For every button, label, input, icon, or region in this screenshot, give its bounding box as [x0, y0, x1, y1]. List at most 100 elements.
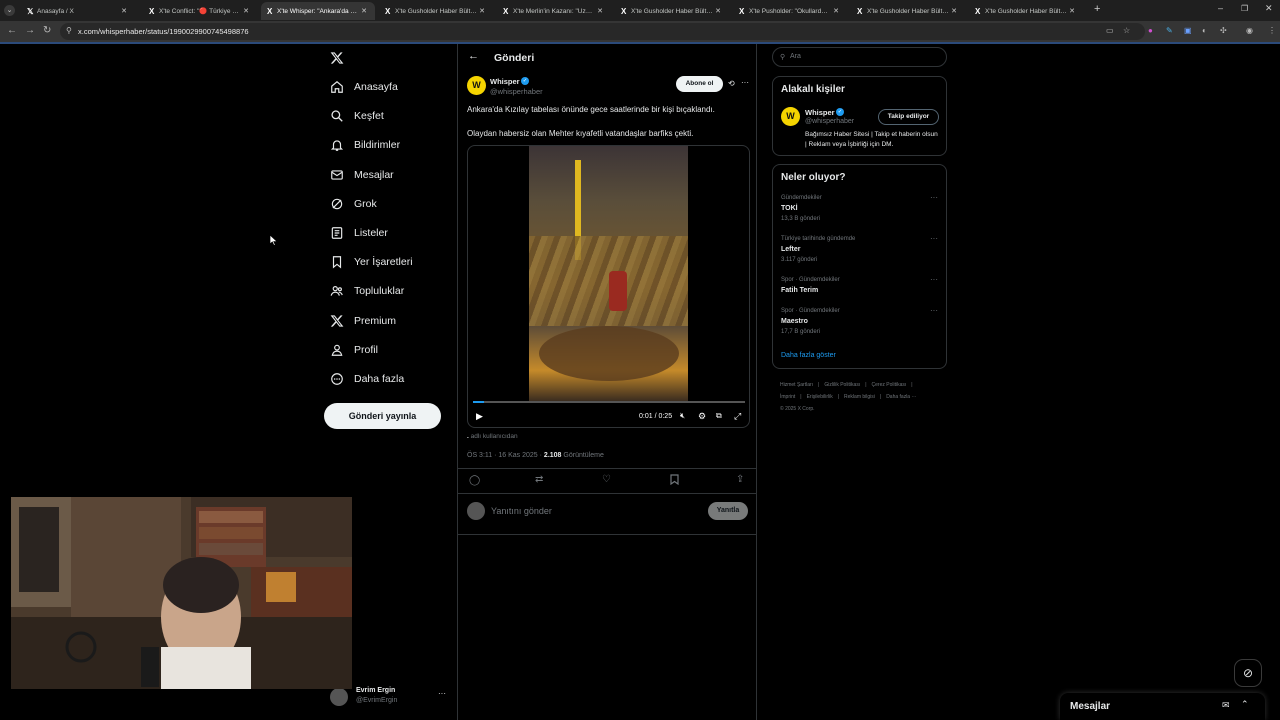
extension-icon[interactable]: ◐: [1202, 26, 1207, 35]
footer-link[interactable]: Çerez Politikası: [872, 382, 907, 388]
reply-input[interactable]: Yanıtını gönder: [491, 506, 651, 516]
search-icon: [331, 110, 343, 122]
browser-tab[interactable]: 𝕏 Anasayfa / X ✕: [21, 2, 135, 20]
nav-item-10[interactable]: Profil: [330, 340, 378, 360]
pip-icon[interactable]: ⧉: [716, 411, 722, 421]
show-more-link[interactable]: Daha fazla göster: [781, 352, 836, 359]
tab-close-icon[interactable]: ✕: [595, 7, 605, 15]
nav-item-label: Grok: [354, 197, 377, 210]
nav-item-8[interactable]: Topluluklar: [330, 281, 404, 301]
tab-close-icon[interactable]: ✕: [1067, 7, 1077, 15]
related-name[interactable]: Whisper: [805, 108, 835, 117]
fullscreen-icon[interactable]: ⤢: [734, 411, 741, 422]
play-icon[interactable]: ▶: [476, 411, 483, 422]
share-icon[interactable]: ⇪: [736, 474, 744, 485]
expand-chevron-icon[interactable]: ⌃: [1241, 699, 1249, 710]
forward-arrow-icon[interactable]: →: [25, 25, 35, 36]
browser-tab[interactable]: X X'te Conflict: "🔴 Türkiye genel...✕: [143, 2, 257, 20]
tab-list-dropdown-icon[interactable]: ⌄: [4, 5, 15, 16]
browser-tab[interactable]: X X'te Pusholder: "Okullarda ara t...✕: [733, 2, 847, 20]
footer-link[interactable]: Daha fazla ···: [886, 394, 916, 400]
extension-icon[interactable]: ✎: [1166, 26, 1173, 35]
video-player[interactable]: ▶ 0:01 / 0:25 🔇︎ ⚙ ⧉ ⤢: [467, 145, 750, 428]
reload-icon[interactable]: ↻: [43, 25, 51, 36]
related-handle[interactable]: @whisperhaber: [805, 118, 854, 125]
mute-icon[interactable]: 🔇︎: [680, 411, 685, 421]
subscribe-button[interactable]: Abone ol: [676, 76, 723, 92]
tab-close-icon[interactable]: ✕: [359, 7, 369, 15]
install-app-icon[interactable]: ▭: [1106, 26, 1114, 35]
grok-explain-icon[interactable]: ⟲: [728, 79, 735, 88]
nav-item-7[interactable]: Yer İşaretleri: [330, 252, 413, 272]
tab-close-icon[interactable]: ✕: [119, 7, 129, 15]
nav-item-2[interactable]: Keşfet: [330, 106, 384, 126]
extensions-puzzle-icon[interactable]: ✣: [1220, 26, 1227, 35]
close-window-icon[interactable]: ✕: [1265, 3, 1273, 14]
nav-item-6[interactable]: Listeler: [330, 223, 388, 243]
site-info-icon[interactable]: ⚲: [66, 26, 72, 35]
reply-icon[interactable]: ◯: [469, 475, 480, 486]
restore-window-icon[interactable]: ❐: [1241, 4, 1248, 13]
footer-link[interactable]: Gizlilik Politikası: [824, 382, 860, 388]
extension-icon[interactable]: ●: [1148, 26, 1153, 35]
nav-item-3[interactable]: Bildirimler: [330, 135, 400, 155]
more-dots-icon[interactable]: ···: [930, 275, 938, 284]
bookmark-star-icon[interactable]: ☆: [1123, 26, 1130, 35]
profile-avatar-icon[interactable]: ◉: [1246, 26, 1253, 35]
browser-tab[interactable]: X X'te Gusholder Haber Bülteni: "...✕: [615, 2, 729, 20]
more-dots-icon[interactable]: ···: [930, 193, 938, 202]
author-avatar[interactable]: W: [467, 76, 486, 95]
tab-close-icon[interactable]: ✕: [241, 7, 251, 15]
reply-button[interactable]: Yanıtla: [708, 502, 748, 520]
more-dots-icon[interactable]: ···: [438, 689, 446, 698]
address-bar[interactable]: ⚲ x.com/whisperhaber/status/199002990074…: [60, 23, 1145, 40]
author-name[interactable]: Whisper: [490, 77, 520, 86]
nav-item-9[interactable]: Premium: [330, 311, 396, 331]
more-dots-icon[interactable]: ···: [930, 306, 938, 315]
browser-menu-icon[interactable]: ⋮: [1268, 26, 1276, 35]
nav-item-5[interactable]: Grok: [330, 194, 377, 214]
video-progress-track[interactable]: [473, 401, 745, 403]
tab-close-icon[interactable]: ✕: [949, 7, 959, 15]
grok-floating-button[interactable]: ⊘: [1234, 659, 1262, 687]
nav-item-1[interactable]: Anasayfa: [330, 77, 398, 97]
x-logo-icon[interactable]: [330, 51, 344, 70]
related-avatar[interactable]: W: [781, 107, 800, 126]
author-handle[interactable]: @whisperhaber: [490, 87, 543, 96]
settings-gear-icon[interactable]: ⚙: [698, 411, 706, 422]
search-icon: ⚲: [780, 54, 786, 61]
tab-close-icon[interactable]: ✕: [713, 7, 723, 15]
nav-item-4[interactable]: Mesajlar: [330, 165, 394, 185]
back-arrow-icon[interactable]: ←: [7, 25, 17, 36]
browser-tab[interactable]: X X'te Merlin'in Kazanı: "Uzun süre...✕: [497, 2, 611, 20]
account-switcher[interactable]: Evrim Ergin @EvrimErgin ···: [330, 686, 450, 708]
post-time[interactable]: ÖS 3:11 · 16 Kas 2025 ·: [467, 452, 544, 459]
bookmark-icon[interactable]: [670, 474, 679, 488]
footer-link[interactable]: Hizmet Şartları: [780, 382, 813, 388]
repost-icon[interactable]: ⇄: [535, 474, 543, 485]
more-dots-icon[interactable]: ···: [741, 78, 749, 87]
tab-close-icon[interactable]: ✕: [831, 7, 841, 15]
post-button[interactable]: Gönderi yayınla: [324, 403, 441, 429]
nav-item-11[interactable]: Daha fazla: [330, 369, 404, 389]
footer-link[interactable]: İmprint: [780, 394, 795, 400]
search-input[interactable]: ⚲ Ara: [772, 47, 947, 67]
new-tab-button[interactable]: +: [1094, 3, 1100, 15]
following-button[interactable]: Takip ediliyor: [878, 109, 939, 125]
browser-tab[interactable]: X X'te Gusholder Haber Bülteni: "...✕: [969, 2, 1083, 20]
new-message-icon[interactable]: ✉: [1222, 700, 1230, 711]
browser-tab[interactable]: X X'te Whisper: "Ankara'da Kızılay...✕: [261, 2, 375, 20]
browser-tab[interactable]: X X'te Gusholder Haber Bülteni: "...✕: [851, 2, 965, 20]
more-dots-icon[interactable]: ···: [930, 234, 938, 243]
media-source[interactable]: . adlı kullanıcıdan: [467, 433, 518, 440]
messages-drawer[interactable]: Mesajlar ✉ ⌃: [1060, 693, 1265, 720]
trend-context: Gündemdekiler: [781, 195, 822, 201]
footer-link[interactable]: Erişilebilirlik: [807, 394, 833, 400]
extension-icon[interactable]: ▣: [1184, 26, 1192, 35]
minimize-window-icon[interactable]: –: [1218, 3, 1223, 13]
tab-close-icon[interactable]: ✕: [477, 7, 487, 15]
back-arrow-icon[interactable]: ←: [468, 50, 479, 62]
footer-link[interactable]: Reklam bilgisi: [844, 394, 875, 400]
browser-tab[interactable]: X X'te Gusholder Haber Bülteni: "...✕: [379, 2, 493, 20]
like-icon[interactable]: ♡: [602, 474, 611, 485]
